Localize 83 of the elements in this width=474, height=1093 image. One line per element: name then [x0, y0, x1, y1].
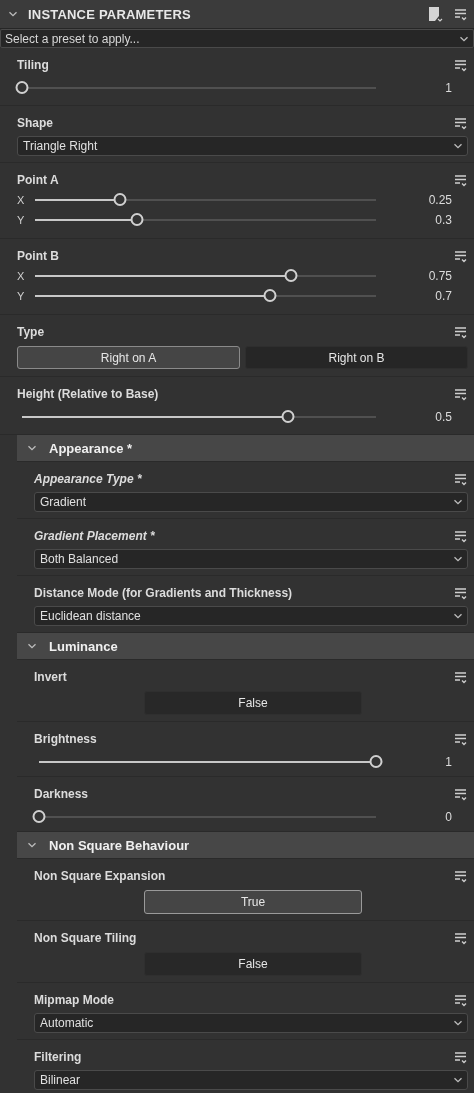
toggle-button[interactable]: False: [144, 952, 362, 976]
dropdown-chevron-icon[interactable]: [453, 141, 463, 151]
slider-value: 0.25: [427, 193, 452, 207]
parameter-label: Point A: [17, 173, 59, 187]
group-title: Appearance *: [49, 440, 133, 456]
parameter-label: Point B: [17, 249, 59, 263]
dropdown[interactable]: Automatic: [34, 1013, 468, 1033]
parameter-label: Height (Relative to Base): [17, 387, 159, 401]
slider-value: 1: [444, 755, 452, 769]
slider-thumb[interactable]: [284, 269, 298, 282]
slider-value: 0.5: [434, 410, 452, 424]
dropdown-chevron-icon[interactable]: [453, 497, 463, 507]
options-menu-icon[interactable]: [454, 787, 468, 801]
slider-thumb[interactable]: [15, 81, 29, 94]
collapse-chevron-icon[interactable]: [8, 9, 18, 19]
parameter-label: Appearance Type *: [34, 472, 142, 486]
options-menu-icon[interactable]: [454, 993, 468, 1007]
group-header[interactable]: Luminance: [17, 633, 474, 660]
options-menu-icon[interactable]: [454, 116, 468, 130]
toggle-button[interactable]: False: [144, 691, 362, 715]
preset-dropdown[interactable]: Select a preset to apply...: [0, 29, 474, 48]
parameter-label: Non Square Tiling: [34, 931, 137, 945]
dropdown[interactable]: Euclidean distance: [34, 606, 468, 626]
parameter-label: Distance Mode (for Gradients and Thickness): [34, 586, 293, 600]
slider-value: 0.7: [434, 289, 452, 303]
slider-value: 1: [444, 81, 452, 95]
slider-thumb[interactable]: [369, 755, 383, 768]
axis-label: X: [17, 194, 26, 206]
dropdown-chevron-icon[interactable]: [453, 1018, 463, 1028]
axis-label: X: [17, 270, 26, 282]
parameter-label: Tiling: [17, 58, 49, 72]
collapse-chevron-icon[interactable]: [27, 443, 37, 453]
group-title: Non Square Behaviour: [49, 837, 190, 853]
options-menu-icon[interactable]: [454, 869, 468, 883]
group-header[interactable]: Non Square Behaviour: [17, 832, 474, 859]
dropdown-chevron-icon[interactable]: [453, 1075, 463, 1085]
slider-value: 0.75: [427, 269, 452, 283]
document-icon[interactable]: [428, 5, 444, 23]
options-menu-icon[interactable]: [454, 7, 468, 21]
options-menu-icon[interactable]: [454, 325, 468, 339]
axis-label: Y: [17, 290, 26, 302]
options-menu-icon[interactable]: [454, 931, 468, 945]
slider-thumb[interactable]: [113, 193, 127, 206]
options-menu-icon[interactable]: [454, 249, 468, 263]
options-menu-icon[interactable]: [454, 387, 468, 401]
parameter-label: Type: [17, 325, 45, 339]
segment-button[interactable]: Right on B: [245, 346, 468, 369]
collapse-chevron-icon[interactable]: [27, 840, 37, 850]
options-menu-icon[interactable]: [454, 173, 468, 187]
dropdown[interactable]: Both Balanced: [34, 549, 468, 569]
parameter-label: Filtering: [34, 1050, 82, 1064]
options-menu-icon[interactable]: [454, 58, 468, 72]
options-menu-icon[interactable]: [454, 586, 468, 600]
slider-thumb[interactable]: [32, 810, 46, 823]
options-menu-icon[interactable]: [454, 670, 468, 684]
parameter-label: Gradient Placement *: [34, 529, 155, 543]
group-header[interactable]: Appearance *: [17, 435, 474, 462]
dropdown-chevron-icon[interactable]: [453, 554, 463, 564]
slider-value: 0: [444, 810, 452, 824]
options-menu-icon[interactable]: [454, 732, 468, 746]
options-menu-icon[interactable]: [454, 529, 468, 543]
slider-value: 0.3: [434, 213, 452, 227]
toggle-button[interactable]: True: [144, 890, 362, 914]
panel-title: INSTANCE PARAMETERS: [28, 6, 192, 22]
segment-button[interactable]: Right on A: [17, 346, 240, 369]
parameter-label: Brightness: [34, 732, 97, 746]
dropdown[interactable]: Triangle Right: [17, 136, 468, 156]
slider-thumb[interactable]: [281, 410, 294, 423]
parameter-label: Invert: [34, 670, 67, 684]
options-menu-icon[interactable]: [454, 1050, 468, 1064]
options-menu-icon[interactable]: [454, 472, 468, 486]
group-title: Luminance: [49, 638, 118, 654]
parameter-label: Non Square Expansion: [34, 869, 166, 883]
slider-thumb[interactable]: [130, 213, 144, 226]
parameter-label: Shape: [17, 116, 53, 130]
collapse-chevron-icon[interactable]: [27, 641, 37, 651]
axis-label: Y: [17, 214, 26, 226]
parameter-label: Mipmap Mode: [34, 993, 114, 1007]
dropdown[interactable]: Gradient: [34, 492, 468, 512]
parameter-label: Darkness: [34, 787, 89, 801]
slider-thumb[interactable]: [263, 289, 277, 302]
dropdown[interactable]: Bilinear: [34, 1070, 468, 1090]
dropdown-chevron-icon[interactable]: [453, 611, 463, 621]
